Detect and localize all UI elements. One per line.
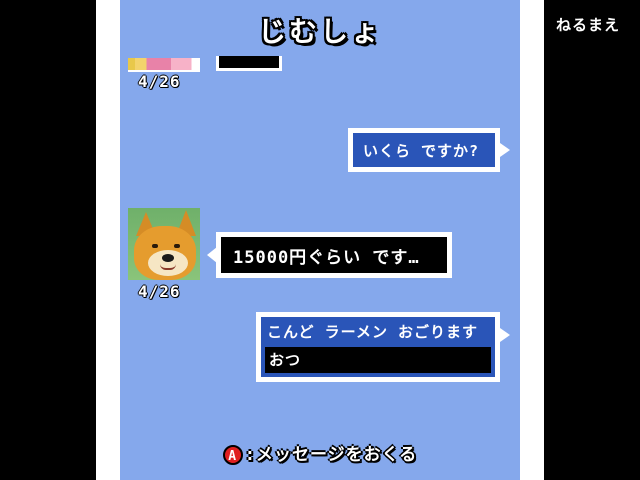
screen-title: じむしょ: [257, 15, 382, 48]
player-message-text: いくら ですか?: [351, 131, 497, 169]
bubble-tail: [500, 143, 510, 157]
dog-nose: [162, 254, 174, 262]
message-date: 4/26: [138, 282, 181, 301]
dog-eye: [152, 244, 158, 248]
contact-avatar-dog: [128, 208, 200, 280]
reply-box-inner: こんど ラーメン おごります おつ: [259, 315, 497, 379]
contact-message-text: 15000円ぐらい です…: [219, 235, 449, 275]
frame-right: [520, 0, 544, 480]
letterbox-right: [544, 0, 640, 480]
time-of-day-label: ねるまえ: [556, 16, 621, 34]
reply-text-line1[interactable]: こんど ラーメン おごります: [261, 319, 495, 345]
frame-left: [96, 0, 120, 480]
hint-text: :メッセージをおくる: [244, 445, 418, 465]
dog-eye: [174, 244, 180, 248]
controls-hint: A:メッセージをおくる: [120, 440, 520, 465]
letterbox-left: [0, 0, 96, 480]
contact-message-bubble: 15000円ぐらい です…: [216, 232, 452, 278]
reply-text-line2-selected[interactable]: おつ: [265, 347, 491, 373]
contact-bubble-partial: [216, 56, 282, 71]
message-date: 4/26: [138, 72, 181, 91]
contact-avatar-partial: [128, 58, 200, 72]
game-screen: じむしょ 4/26 いくら ですか? 4/26 15000円ぐらい です… こん…: [120, 0, 520, 480]
reply-selector[interactable]: こんど ラーメン おごります おつ: [256, 312, 500, 382]
player-message-bubble: いくら ですか?: [348, 128, 500, 172]
a-button-icon: A: [222, 445, 243, 465]
reply-cursor-arrow: [500, 328, 510, 342]
